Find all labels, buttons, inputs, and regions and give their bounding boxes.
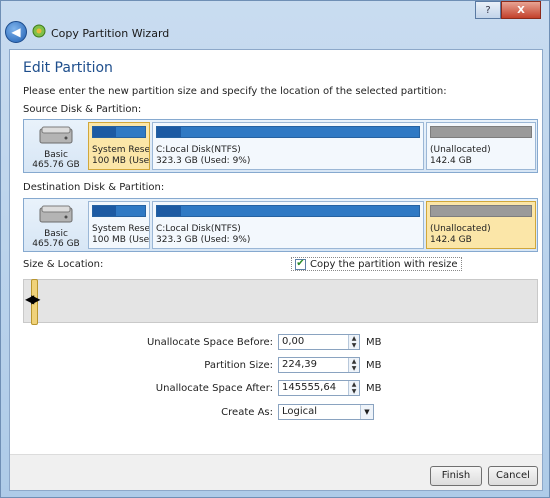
create-as-select[interactable]: Logical ▼ [278,404,374,420]
size-location-slider[interactable]: ◀▶ [23,279,538,325]
source-partition-unallocated[interactable]: (Unallocated) 142.4 GB [426,122,536,170]
partition-name: C:Local Disk(NTFS) [156,224,241,234]
destination-partition-c[interactable]: C:Local Disk(NTFS) 323.3 GB (Used: 9%) [152,201,424,249]
partition-name: C:Local Disk(NTFS) [156,145,241,155]
page-title: Edit Partition [23,60,113,76]
source-label: Source Disk & Partition: [23,104,142,115]
partition-name: System Reser [92,224,150,234]
help-button[interactable]: ? [475,1,501,19]
back-arrow-icon: ◀ [11,25,21,39]
destination-partition-system-reserved[interactable]: System Reser 100 MB (Used: [88,201,150,249]
partition-size-value: 224,39 [282,359,317,370]
resize-option[interactable]: ✔ Copy the partition with resize [291,257,462,271]
source-disk-size: 465.76 GB [32,160,80,170]
source-disk-info[interactable]: Basic 465.76 GB [26,122,86,170]
spin-arrows-icon[interactable]: ▲ ▼ [348,358,359,372]
destination-disk-info[interactable]: Basic 465.76 GB [26,201,86,249]
close-button[interactable]: X [501,1,541,19]
destination-label: Destination Disk & Partition: [23,182,165,193]
unit-label: MB [366,383,382,394]
window-title: Copy Partition Wizard [51,27,170,40]
after-label: Unallocate Space After: [155,383,273,394]
hard-disk-icon [39,205,73,223]
spin-arrows-icon[interactable]: ▲ ▼ [348,335,359,349]
unallocate-after-input[interactable]: 145555,64 ▲ ▼ [278,380,360,396]
source-partition-system-reserved[interactable]: System Reser 100 MB (Used: [88,122,150,170]
partition-size: 323.3 GB (Used: 9%) [156,156,251,166]
cancel-button[interactable]: Cancel [488,466,538,486]
unallocate-before-value: 0,00 [282,336,305,347]
wizard-app-icon [32,24,46,38]
partition-name: System Reser [92,145,150,155]
partition-size: 142.4 GB [430,156,472,166]
unit-label: MB [366,360,382,371]
unallocate-before-input[interactable]: 0,00 ▲ ▼ [278,334,360,350]
destination-disk-type: Basic [44,229,68,239]
partition-size: 142.4 GB [430,235,472,245]
unallocate-after-value: 145555,64 [282,382,337,393]
source-disk-type: Basic [44,150,68,160]
source-disk-map: Basic 465.76 GB System Reser 100 MB (Use… [23,119,538,173]
create-as-label: Create As: [221,407,273,418]
partition-size: 100 MB (Used: [92,235,150,245]
partition-size: 100 MB (Used: [92,156,150,166]
partition-name: (Unallocated) [430,224,491,234]
back-button[interactable]: ◀ [5,21,27,43]
spin-arrows-icon[interactable]: ▲ ▼ [348,381,359,395]
size-location-label: Size & Location: [23,259,104,270]
resize-checkbox[interactable]: ✔ [295,258,306,270]
wizard-content: Edit Partition Please enter the new part… [9,49,543,491]
window-frame: ? X ◀ Copy Partition Wizard Edit Partiti… [0,0,550,498]
hard-disk-icon [39,126,73,144]
create-as-value: Logical [282,406,318,417]
window-controls: ? X [475,1,541,19]
title-bar: ? X ◀ Copy Partition Wizard [1,1,549,49]
chevron-down-icon[interactable]: ▼ [360,405,373,419]
instructions-text: Please enter the new partition size and … [23,86,447,97]
source-partition-c[interactable]: C:Local Disk(NTFS) 323.3 GB (Used: 9%) [152,122,424,170]
resize-handle-icon[interactable]: ◀▶ [25,292,41,306]
destination-disk-map: Basic 465.76 GB System Reser 100 MB (Use… [23,198,538,252]
partition-size-input[interactable]: 224,39 ▲ ▼ [278,357,360,373]
partition-size: 323.3 GB (Used: 9%) [156,235,251,245]
destination-partition-unallocated[interactable]: (Unallocated) 142.4 GB [426,201,536,249]
before-label: Unallocate Space Before: [146,337,273,348]
size-label: Partition Size: [204,360,273,371]
finish-button[interactable]: Finish [430,466,482,486]
wizard-footer: Finish Cancel [10,454,542,490]
partition-name: (Unallocated) [430,145,491,155]
destination-disk-size: 465.76 GB [32,239,80,249]
unit-label: MB [366,337,382,348]
resize-checkbox-label: Copy the partition with resize [310,258,458,270]
